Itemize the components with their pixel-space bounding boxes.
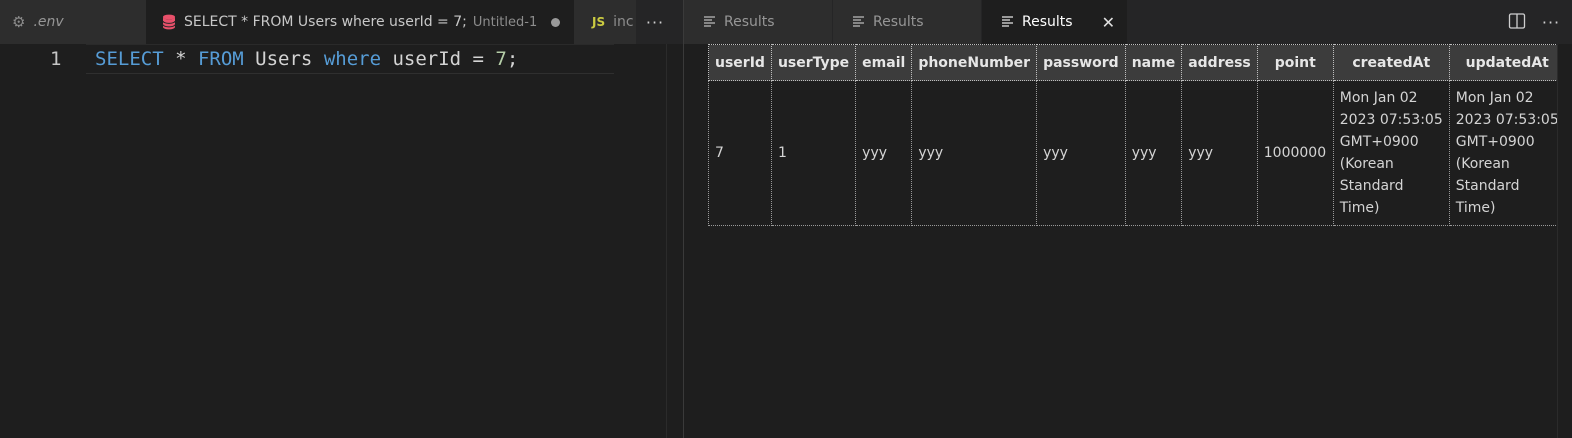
close-icon[interactable]: ✕	[1102, 13, 1115, 32]
split-editor-icon[interactable]	[1508, 12, 1526, 30]
tab-label: Results	[1022, 14, 1073, 30]
column-header[interactable]: userType	[770, 44, 857, 81]
cell-text-line: 2023 07:53:05	[1455, 112, 1559, 128]
tab-js-file[interactable]: JS inc	[574, 0, 636, 44]
js-file-icon: JS	[592, 15, 606, 29]
tab-description: Untitled-1	[472, 14, 538, 30]
preview-lines-icon	[853, 16, 865, 28]
preview-lines-icon	[704, 16, 716, 28]
code-line[interactable]: SELECT * FROM Users where userId = 7;	[95, 48, 518, 70]
tab-results-3[interactable]: Results ✕	[982, 0, 1127, 44]
table-cell[interactable]: 1000000	[1256, 80, 1334, 226]
column-header[interactable]: userId	[708, 44, 772, 81]
column-header[interactable]: address	[1181, 44, 1258, 81]
text-token: ;	[506, 48, 519, 70]
tab-label: inc	[613, 14, 634, 30]
tab-label: SELECT * FROM Users where userId = 7;	[184, 14, 467, 30]
column-header[interactable]: point	[1256, 44, 1334, 81]
results-panel: userId userType email phoneNumber passwo…	[684, 44, 1572, 438]
results-table: userId userType email phoneNumber passwo…	[708, 44, 1566, 226]
code-editor[interactable]: 1 SELECT * FROM Users where userId = 7;	[0, 44, 666, 438]
column-header[interactable]: email	[855, 44, 913, 81]
tab-results-2[interactable]: Results	[833, 0, 981, 44]
column-header[interactable]: updatedAt	[1448, 44, 1566, 81]
gear-icon: ⚙	[12, 13, 26, 31]
editor-group: ⚙ .env SELECT * FROM Users where userId …	[0, 0, 684, 438]
table-row: 7 1 yyy yyy yyy yyy yyy 1000000 Mon Jan …	[708, 80, 1566, 226]
tab-label: .env	[33, 14, 64, 30]
table-cell[interactable]: yyy	[1124, 80, 1183, 226]
line-number: 1	[50, 48, 62, 70]
more-actions-button[interactable]: ···	[636, 0, 674, 44]
more-actions-button[interactable]: ···	[1536, 0, 1566, 44]
cell-text-line: Mon Jan 02	[1339, 90, 1418, 106]
preview-lines-icon	[1002, 16, 1014, 28]
table-cell[interactable]: yyy	[855, 80, 913, 226]
column-header[interactable]: name	[1124, 44, 1183, 81]
editor-scrollbar[interactable]	[666, 44, 684, 438]
cell-text-line: Standard	[1339, 178, 1404, 194]
cell-text-line: (Korean	[1455, 156, 1510, 172]
editor-tab-bar: ⚙ .env SELECT * FROM Users where userId …	[0, 0, 684, 44]
column-header[interactable]: password	[1036, 44, 1126, 81]
text-token: Users	[243, 48, 324, 70]
cell-text-line: (Korean	[1339, 156, 1394, 172]
table-cell[interactable]: 7	[708, 80, 772, 226]
cell-text-line: Time)	[1455, 200, 1496, 216]
table-cell[interactable]: yyy	[911, 80, 1038, 226]
text-token: userId =	[381, 48, 496, 70]
cell-text-line: GMT+0900	[1339, 134, 1419, 150]
tab-label: Results	[873, 14, 924, 30]
unsaved-dot-icon[interactable]	[551, 17, 561, 27]
database-icon	[162, 14, 176, 30]
tab-sql-query[interactable]: SELECT * FROM Users where userId = 7; Un…	[146, 0, 574, 44]
cell-text-line: GMT+0900	[1455, 134, 1535, 150]
table-cell-updatedat[interactable]: Mon Jan 02 2023 07:53:05 GMT+0900 (Korea…	[1448, 80, 1566, 226]
text-token: *	[163, 48, 198, 70]
table-header-row: userId userType email phoneNumber passwo…	[708, 44, 1566, 81]
keyword-token: SELECT	[95, 48, 164, 70]
keyword-token: where	[323, 48, 382, 70]
cell-text-line: Mon Jan 02	[1455, 90, 1534, 106]
column-header[interactable]: createdAt	[1332, 44, 1450, 81]
column-header[interactable]: phoneNumber	[911, 44, 1038, 81]
cell-text-line: Standard	[1455, 178, 1520, 194]
table-cell-createdat[interactable]: Mon Jan 02 2023 07:53:05 GMT+0900 (Korea…	[1332, 80, 1450, 226]
number-token: 7	[495, 48, 507, 70]
table-cell[interactable]: 1	[770, 80, 857, 226]
keyword-token: FROM	[197, 48, 244, 70]
table-cell[interactable]: yyy	[1036, 80, 1126, 226]
results-tab-bar: Results Results Results ✕ ···	[684, 0, 1572, 44]
tab-results-1[interactable]: Results	[684, 0, 832, 44]
cell-text-line: 2023 07:53:05	[1339, 112, 1443, 128]
table-cell[interactable]: yyy	[1181, 80, 1258, 226]
tab-env[interactable]: ⚙ .env	[0, 0, 146, 44]
tab-label: Results	[724, 14, 775, 30]
cell-text-line: Time)	[1339, 200, 1380, 216]
results-scrollbar[interactable]	[1557, 44, 1572, 438]
